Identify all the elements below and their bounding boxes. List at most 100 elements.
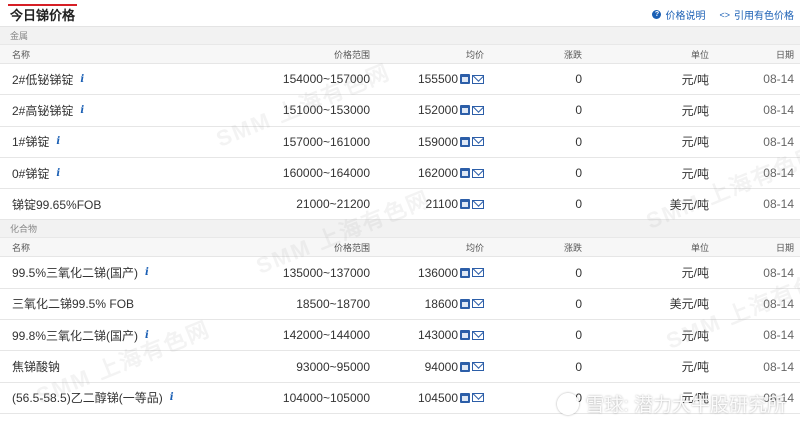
- average-price-cell: 18600: [425, 289, 484, 319]
- product-name[interactable]: 99.5%三氧化二锑(国产): [12, 264, 138, 281]
- product-name[interactable]: 锑锭99.65%FOB: [12, 196, 101, 213]
- price-range: 21000~21200: [296, 197, 370, 212]
- average-price-actions: [460, 298, 484, 309]
- average-price: 94000: [424, 359, 458, 374]
- price-unit: 美元/吨: [669, 297, 709, 312]
- table-row: 99.8%三氧化二锑(国产) i 142000~144000 143000 0 元/吨 08…: [0, 320, 800, 352]
- product-name[interactable]: 2#高铋锑锭: [12, 102, 73, 119]
- table-row: 0#锑锭 i 160000~164000 162000 0 元/吨 08-14: [0, 157, 800, 190]
- column-header-avg: 均价: [465, 242, 484, 253]
- average-price-actions: [460, 330, 484, 341]
- average-price: 104500: [417, 390, 458, 405]
- calendar-icon[interactable]: [460, 392, 470, 403]
- calendar-icon[interactable]: [460, 168, 470, 179]
- column-header-unit: 单位: [690, 49, 709, 60]
- average-price-actions: [460, 392, 484, 403]
- column-header-date: 日期: [775, 49, 794, 60]
- average-price: 155500: [417, 72, 458, 87]
- price-range: 154000~157000: [282, 72, 370, 87]
- price-range: 160000~164000: [282, 166, 370, 181]
- mail-icon[interactable]: [472, 330, 484, 340]
- price-date: 08-14: [763, 390, 794, 405]
- product-name-cell: 2#高铋锑锭 i: [12, 95, 84, 125]
- product-name[interactable]: 99.8%三氧化二锑(国产): [12, 327, 138, 344]
- section-label: 金属: [0, 27, 800, 45]
- mail-icon[interactable]: [472, 74, 484, 84]
- price-range: 157000~161000: [282, 134, 370, 149]
- price-date: 08-14: [763, 328, 794, 343]
- info-icon[interactable]: i: [56, 136, 60, 147]
- price-range: 135000~137000: [282, 265, 370, 280]
- info-icon[interactable]: i: [145, 267, 149, 278]
- average-price-actions: [460, 361, 484, 372]
- info-icon[interactable]: i: [56, 168, 60, 179]
- price-range: 142000~144000: [282, 328, 370, 343]
- product-name-cell: 2#低铋锑锭 i: [12, 64, 84, 94]
- calendar-icon[interactable]: [460, 298, 470, 309]
- product-name[interactable]: 2#低铋锑锭: [12, 71, 73, 88]
- product-name-cell: 三氧化二锑99.5% FOB: [12, 289, 134, 319]
- mail-icon[interactable]: [472, 199, 484, 209]
- mail-icon[interactable]: [472, 362, 484, 372]
- product-name-cell: 1#锑锭 i: [12, 127, 60, 157]
- help-icon: ?: [652, 10, 662, 19]
- page-title: 今日锑价格: [8, 4, 78, 27]
- page-header: 今日锑价格 ? 价格说明 <> 引用有色价格: [0, 0, 800, 27]
- product-name[interactable]: 三氧化二锑99.5% FOB: [12, 295, 134, 312]
- info-icon[interactable]: i: [80, 105, 84, 116]
- mail-icon[interactable]: [472, 299, 484, 309]
- column-header-unit: 单位: [690, 242, 709, 253]
- calendar-icon[interactable]: [460, 136, 470, 147]
- info-icon[interactable]: i: [170, 392, 174, 403]
- price-change: 0: [575, 328, 582, 343]
- average-price-cell: 152000: [418, 95, 484, 125]
- average-price-actions: [460, 168, 484, 179]
- calendar-icon[interactable]: [460, 105, 470, 116]
- average-price: 136000: [417, 265, 458, 280]
- column-header-range: 价格范围: [333, 49, 370, 60]
- average-price: 152000: [417, 103, 458, 118]
- price-change: 0: [575, 166, 582, 181]
- price-change: 0: [575, 134, 582, 149]
- mail-icon[interactable]: [472, 168, 484, 178]
- product-name[interactable]: 0#锑锭: [12, 165, 49, 182]
- price-date: 08-14: [763, 103, 794, 118]
- section-label: 化合物: [0, 220, 800, 239]
- code-icon: <>: [719, 9, 730, 20]
- average-price: 21100: [425, 197, 458, 212]
- calendar-icon[interactable]: [460, 361, 470, 372]
- price-unit: 元/吨: [681, 166, 709, 181]
- calendar-icon[interactable]: [460, 199, 470, 210]
- average-price-cell: 155500: [418, 64, 484, 94]
- average-price-actions: [460, 74, 484, 85]
- product-name-cell: 焦锑酸钠: [12, 351, 60, 381]
- column-header-change: 涨跌: [563, 49, 582, 60]
- cite-price-link[interactable]: <> 引用有色价格: [719, 7, 794, 23]
- table-row: (56.5-58.5)乙二醇锑(一等品) i 104000~105000 104500…: [0, 382, 800, 414]
- mail-icon[interactable]: [472, 137, 484, 147]
- average-price-actions: [460, 267, 484, 278]
- average-price-actions: [460, 199, 484, 210]
- product-name[interactable]: (56.5-58.5)乙二醇锑(一等品): [12, 389, 163, 406]
- price-date: 08-14: [763, 166, 794, 181]
- average-price-actions: [460, 136, 484, 147]
- calendar-icon[interactable]: [460, 330, 470, 341]
- price-change: 0: [575, 197, 582, 212]
- average-price-actions: [460, 105, 484, 116]
- calendar-icon[interactable]: [460, 74, 470, 85]
- calendar-icon[interactable]: [460, 267, 470, 278]
- mail-icon[interactable]: [472, 268, 484, 278]
- mail-icon[interactable]: [472, 393, 484, 403]
- price-help-link[interactable]: ? 价格说明: [652, 7, 705, 22]
- price-date: 08-14: [763, 359, 794, 374]
- price-change: 0: [575, 359, 582, 374]
- product-name[interactable]: 1#锑锭: [12, 133, 49, 150]
- info-icon[interactable]: i: [80, 74, 84, 85]
- mail-icon[interactable]: [472, 105, 484, 115]
- average-price-cell: 94000: [425, 351, 484, 381]
- product-name[interactable]: 焦锑酸钠: [12, 358, 60, 375]
- average-price: 143000: [417, 328, 458, 343]
- info-icon[interactable]: i: [145, 330, 149, 341]
- price-change: 0: [575, 103, 582, 118]
- average-price-cell: 104500: [418, 383, 484, 413]
